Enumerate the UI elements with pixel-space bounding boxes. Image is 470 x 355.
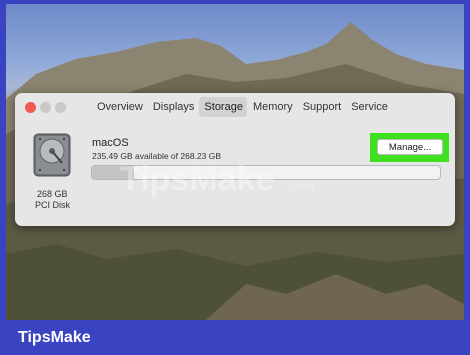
- volume-name: macOS: [92, 137, 129, 149]
- zoom-window-button[interactable]: [55, 102, 66, 113]
- tab-memory[interactable]: Memory: [248, 97, 297, 117]
- footer-brand: TipsMake: [18, 329, 91, 346]
- disk-size-label: 268 GB: [37, 189, 68, 199]
- tab-support[interactable]: Support: [298, 97, 346, 117]
- hard-disk-icon: [33, 133, 71, 177]
- watermark-suffix: .com: [292, 181, 314, 192]
- tab-service[interactable]: Service: [346, 97, 392, 117]
- tab-displays[interactable]: Displays: [148, 97, 199, 117]
- window-titlebar: Overview Displays Storage Memory Support…: [15, 93, 455, 121]
- tab-storage[interactable]: Storage: [199, 97, 247, 117]
- manage-button[interactable]: Manage...: [377, 139, 443, 155]
- watermark-text: TipsMake: [120, 160, 275, 198]
- minimize-window-button[interactable]: [40, 102, 51, 113]
- disk-type-label: PCI Disk: [35, 200, 71, 210]
- tab-overview[interactable]: Overview: [92, 97, 147, 117]
- tab-bar: Overview Displays Storage Memory Support…: [92, 97, 393, 117]
- close-window-button[interactable]: [25, 102, 36, 113]
